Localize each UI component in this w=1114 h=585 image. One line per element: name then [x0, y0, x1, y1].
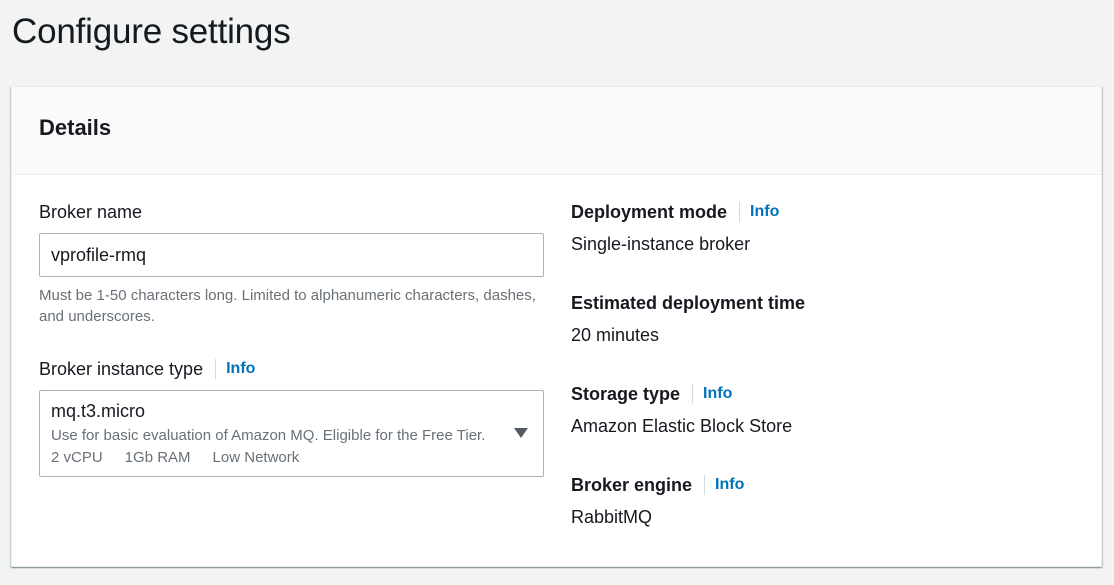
info-divider: [739, 202, 741, 222]
deployment-mode-label-row: Deployment mode Info: [571, 200, 1071, 224]
deployment-time-group: Estimated deployment time 20 minutes: [571, 291, 1071, 349]
panel-title: Details: [39, 115, 112, 140]
instance-type-info-link[interactable]: Info: [226, 360, 255, 378]
broker-name-label: Broker name: [39, 201, 143, 222]
instance-tag: Low Network: [212, 449, 300, 466]
instance-type-label: Broker instance type: [39, 358, 204, 379]
broker-engine-label-row: Broker engine Info: [571, 473, 1071, 497]
info-divider: [704, 475, 706, 495]
broker-engine-value: RabbitMQ: [571, 507, 653, 527]
info-divider: [692, 384, 694, 404]
deployment-mode-label: Deployment mode: [571, 201, 728, 222]
deployment-time-value: 20 minutes: [571, 325, 660, 345]
right-column: Deployment mode Info Single-instance bro…: [571, 200, 1071, 564]
storage-type-label: Storage type: [571, 383, 681, 404]
deployment-mode-value: Single-instance broker: [571, 234, 751, 254]
caret-down-icon[interactable]: [514, 428, 528, 438]
storage-type-info-link[interactable]: Info: [703, 385, 732, 403]
broker-name-constraint: Must be 1-50 characters long. Limited to…: [39, 287, 536, 325]
deployment-mode-group: Deployment mode Info Single-instance bro…: [571, 200, 1071, 258]
deployment-mode-info-link[interactable]: Info: [750, 203, 779, 221]
storage-type-label-row: Storage type Info: [571, 382, 1071, 406]
storage-type-value: Amazon Elastic Block Store: [571, 416, 793, 436]
page-title: Configure settings: [12, 12, 291, 51]
details-panel: Details Broker name Must be 1-50 charact…: [11, 86, 1102, 567]
instance-type-select[interactable]: mq.t3.micro Use for basic evaluation of …: [39, 390, 544, 477]
broker-engine-info-link[interactable]: Info: [715, 476, 744, 494]
broker-name-input[interactable]: [39, 233, 544, 277]
instance-tags: 2 vCPU 1Gb RAM Low Network: [51, 449, 532, 466]
broker-engine-group: Broker engine Info RabbitMQ: [571, 473, 1071, 531]
storage-type-group: Storage type Info Amazon Elastic Block S…: [571, 382, 1071, 440]
info-divider: [215, 359, 217, 379]
instance-tag: 1Gb RAM: [124, 449, 191, 466]
instance-tag: 2 vCPU: [51, 449, 103, 466]
selected-instance-description: Use for basic evaluation of Amazon MQ. E…: [51, 427, 486, 444]
instance-type-label-row: Broker instance type Info: [39, 357, 544, 381]
deployment-time-label: Estimated deployment time: [571, 292, 806, 313]
selected-instance-type: mq.t3.micro: [51, 401, 146, 421]
broker-engine-label: Broker engine: [571, 474, 693, 495]
left-column: Broker name Must be 1-50 characters long…: [39, 200, 544, 477]
panel-header: Details: [12, 87, 1101, 175]
